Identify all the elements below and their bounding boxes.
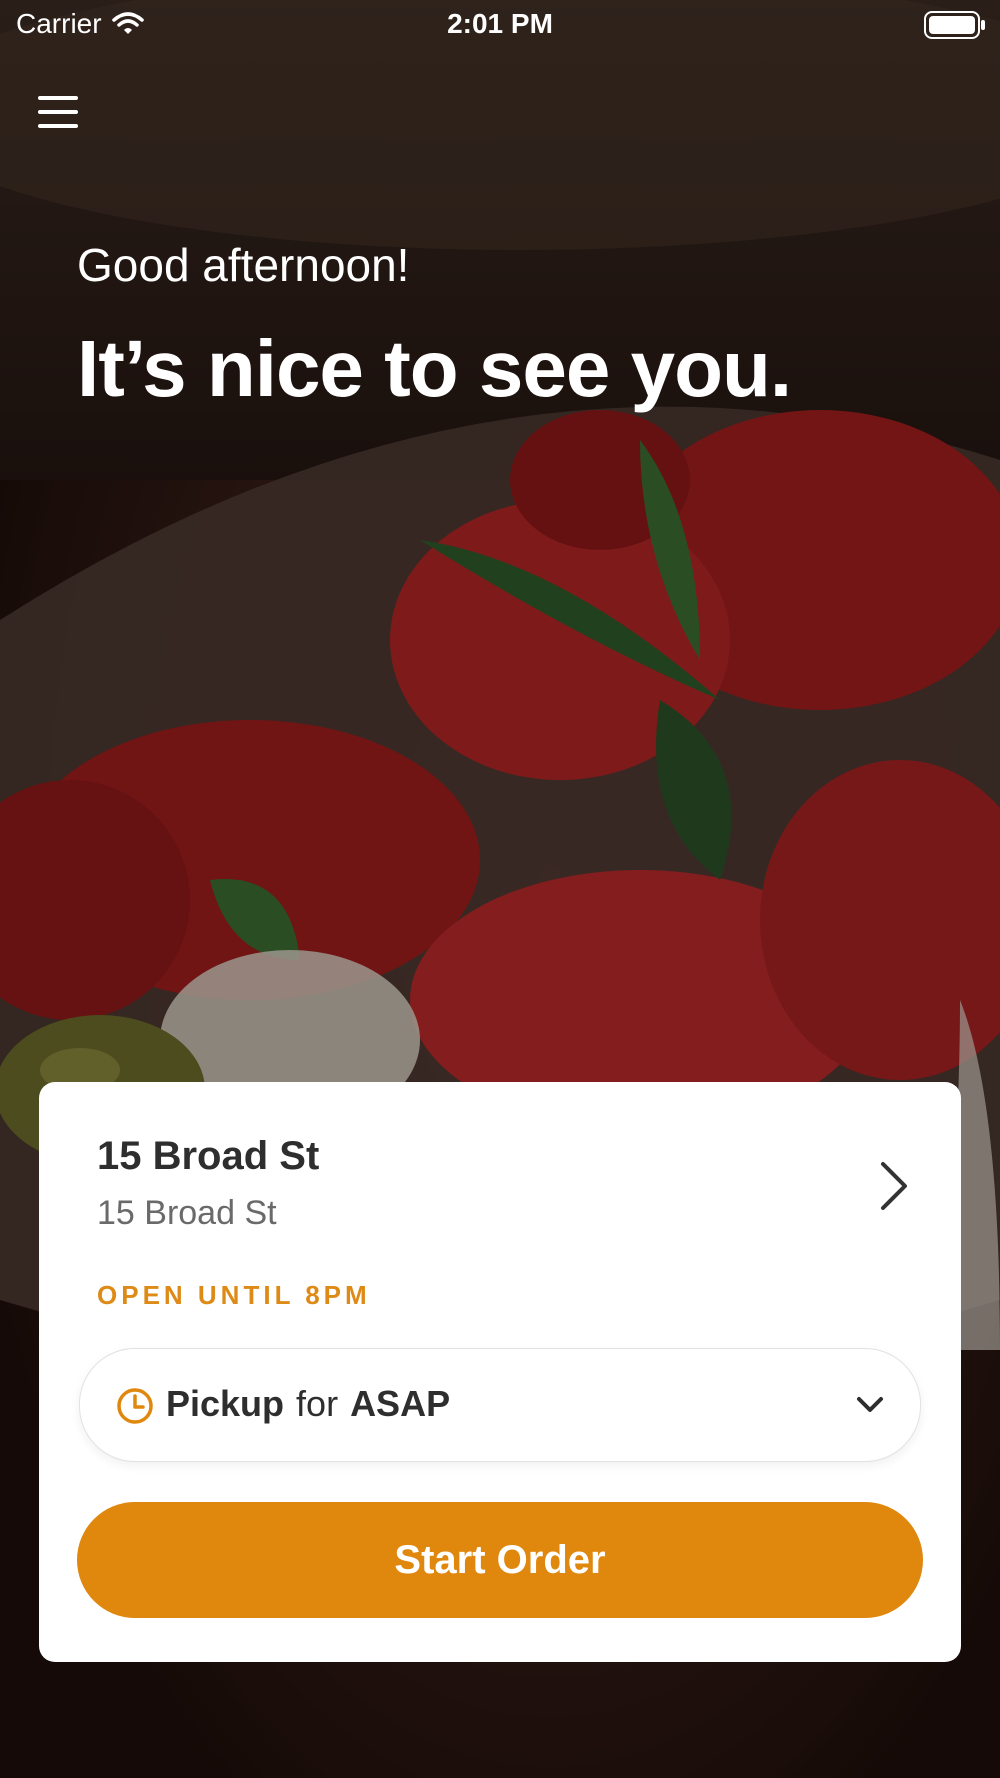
chevron-right-icon[interactable] [879,1160,909,1212]
pickup-time-dropdown[interactable]: Pickup for ASAP [79,1348,921,1462]
order-connector: for [296,1383,339,1424]
hamburger-menu-icon[interactable] [30,88,86,136]
order-mode: Pickup [166,1383,285,1424]
welcome-headline: It’s nice to see you. [77,324,792,413]
location-card: 15 Broad St 15 Broad St OPEN UNTIL 8PM P… [39,1082,961,1662]
start-order-button[interactable]: Start Order [77,1502,923,1618]
order-time: ASAP [350,1383,451,1424]
greeting-text: Good afternoon! [77,239,410,291]
chevron-down-icon [857,1397,883,1412]
pickup-summary: Pickup for ASAP [166,1383,450,1425]
location-address: 15 Broad St [97,1194,277,1232]
clock-time: 2:01 PM [447,8,553,39]
location-details-link[interactable] [39,1102,961,1262]
status-bar: Carrier 2:01 PM [0,0,1000,50]
clock-icon [117,1388,153,1424]
location-name: 15 Broad St [97,1134,320,1178]
battery-icon [924,10,986,47]
hours-status: OPEN UNTIL 8PM [97,1280,371,1310]
